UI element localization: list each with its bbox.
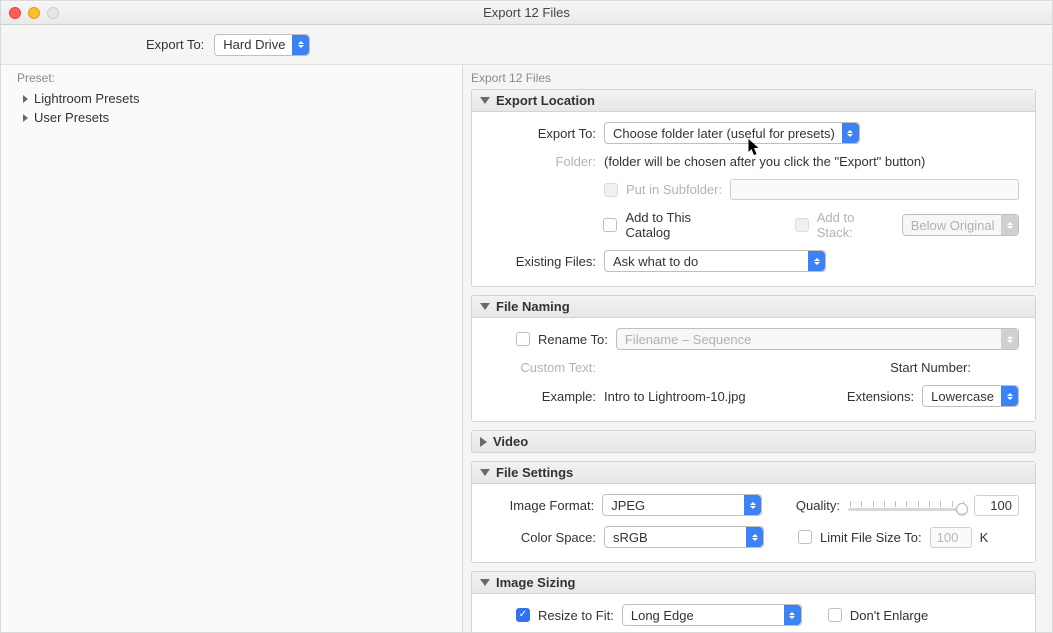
limit-file-size-label: Limit File Size To: (820, 530, 922, 545)
disclosure-right-icon (480, 437, 487, 447)
example-label: Example: (488, 389, 596, 404)
fullscreen-icon (47, 7, 59, 19)
panel-title: Export Location (496, 93, 595, 108)
panel-header-file-settings[interactable]: File Settings (472, 462, 1035, 484)
panel-header-video[interactable]: Video (472, 431, 1035, 452)
start-number-label: Start Number: (890, 360, 971, 375)
panel-title: File Naming (496, 299, 570, 314)
preset-sidebar: Preset: Lightroom Presets User Presets (1, 65, 463, 632)
add-to-catalog-label: Add to This Catalog (625, 210, 738, 240)
disclosure-down-icon (480, 579, 490, 586)
panel-video: Video (471, 430, 1036, 453)
custom-text-label: Custom Text: (488, 360, 596, 375)
preset-group-user[interactable]: User Presets (17, 108, 446, 127)
close-icon[interactable] (9, 7, 21, 19)
existing-files-value: Ask what to do (613, 254, 722, 269)
disclosure-right-icon (23, 95, 28, 103)
existing-files-select[interactable]: Ask what to do (604, 250, 826, 272)
panel-file-naming: File Naming Rename To: Filename – Sequen… (471, 295, 1036, 422)
color-space-select[interactable]: sRGB (604, 526, 764, 548)
quality-slider[interactable] (848, 497, 966, 513)
resize-to-fit-checkbox[interactable] (516, 608, 530, 622)
panel-header-image-sizing[interactable]: Image Sizing (472, 572, 1035, 594)
preset-group-label: User Presets (34, 110, 109, 125)
add-to-catalog-checkbox[interactable] (603, 218, 617, 232)
subfolder-input (730, 179, 1019, 200)
example-value: Intro to Lightroom-10.jpg (604, 389, 746, 404)
folder-label: Folder: (488, 154, 596, 169)
disclosure-down-icon (480, 303, 490, 310)
chevron-updown-icon (1001, 386, 1018, 406)
dont-enlarge-label: Don't Enlarge (850, 608, 928, 623)
export-to-folder-select[interactable]: Choose folder later (useful for presets) (604, 122, 860, 144)
export-to-select[interactable]: Hard Drive (214, 34, 310, 56)
existing-files-label: Existing Files: (488, 254, 596, 269)
color-space-label: Color Space: (488, 530, 596, 545)
panel-title: Image Sizing (496, 575, 575, 590)
export-to-label: Export To: (488, 126, 596, 141)
panel-export-location: Export Location Export To: Choose folder… (471, 89, 1036, 287)
rename-to-checkbox[interactable] (516, 332, 530, 346)
export-to-label: Export To: (146, 37, 204, 52)
extensions-label: Extensions: (847, 389, 914, 404)
preset-heading: Preset: (17, 71, 446, 85)
chevron-updown-icon (746, 527, 763, 547)
chevron-updown-icon (1001, 215, 1018, 235)
panel-header-export-location[interactable]: Export Location (472, 90, 1035, 112)
quality-input[interactable] (974, 495, 1019, 516)
chevron-updown-icon (784, 605, 801, 625)
resize-to-fit-label: Resize to Fit: (538, 608, 614, 623)
panel-title: File Settings (496, 465, 573, 480)
preset-group-lightroom[interactable]: Lightroom Presets (17, 89, 446, 108)
panel-header-file-naming[interactable]: File Naming (472, 296, 1035, 318)
quality-label: Quality: (796, 498, 840, 513)
export-to-folder-value: Choose folder later (useful for presets) (613, 126, 859, 141)
disclosure-right-icon (23, 114, 28, 122)
disclosure-down-icon (480, 469, 490, 476)
image-format-select[interactable]: JPEG (602, 494, 762, 516)
chevron-updown-icon (292, 35, 309, 55)
preset-group-label: Lightroom Presets (34, 91, 140, 106)
limit-file-size-input (930, 527, 972, 548)
limit-file-size-unit: K (980, 530, 989, 545)
resize-to-fit-value: Long Edge (631, 608, 718, 623)
window-controls (9, 7, 59, 19)
panel-image-sizing: Image Sizing Resize to Fit: Long Edge Do… (471, 571, 1036, 632)
chevron-updown-icon (744, 495, 761, 515)
chevron-updown-icon (1001, 329, 1018, 349)
add-to-stack-checkbox (795, 218, 809, 232)
settings-heading: Export 12 Files (471, 71, 1036, 85)
folder-hint: (folder will be chosen after you click t… (604, 154, 925, 169)
chevron-updown-icon (808, 251, 825, 271)
panel-title: Video (493, 434, 528, 449)
put-in-subfolder-checkbox (604, 183, 618, 197)
top-export-to-row: Export To: Hard Drive (1, 25, 1052, 65)
chevron-updown-icon (842, 123, 859, 143)
window-titlebar: Export 12 Files (1, 1, 1052, 25)
add-to-stack-select: Below Original (902, 214, 1019, 236)
rename-to-label: Rename To: (538, 332, 608, 347)
settings-column: Export 12 Files Export Location Export T… (463, 65, 1052, 632)
extensions-select[interactable]: Lowercase (922, 385, 1019, 407)
disclosure-down-icon (480, 97, 490, 104)
rename-to-value: Filename – Sequence (625, 332, 775, 347)
image-format-label: Image Format: (488, 498, 594, 513)
resize-to-fit-select[interactable]: Long Edge (622, 604, 802, 626)
panel-file-settings: File Settings Image Format: JPEG Quality… (471, 461, 1036, 563)
put-in-subfolder-label: Put in Subfolder: (626, 182, 722, 197)
window-title: Export 12 Files (1, 5, 1052, 20)
image-format-value: JPEG (611, 498, 669, 513)
dont-enlarge-checkbox[interactable] (828, 608, 842, 622)
limit-file-size-checkbox[interactable] (798, 530, 812, 544)
color-space-value: sRGB (613, 530, 672, 545)
add-to-stack-label: Add to Stack: (817, 210, 894, 240)
minimize-icon[interactable] (28, 7, 40, 19)
rename-to-select: Filename – Sequence (616, 328, 1019, 350)
